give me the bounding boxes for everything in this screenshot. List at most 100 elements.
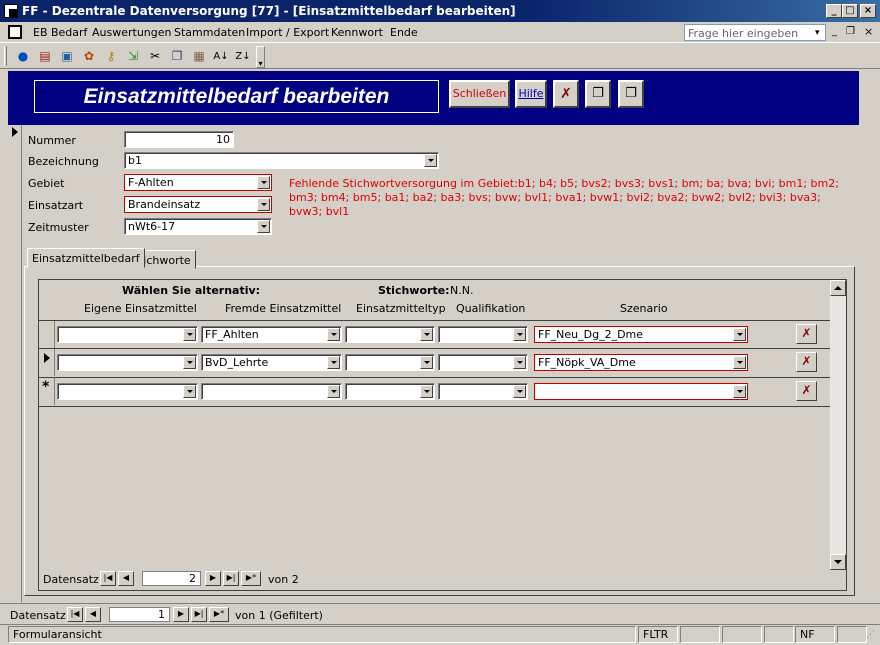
- menu-import-export[interactable]: Import / Export: [246, 26, 329, 39]
- delete-record-button[interactable]: ✗: [553, 80, 579, 108]
- menu-ende[interactable]: Ende: [390, 26, 418, 39]
- row1-szenario-combo[interactable]: FF_Neu_Dg_2_Dme: [534, 326, 748, 343]
- next-record-button[interactable]: ▶: [173, 607, 189, 622]
- doc-close-button[interactable]: ×: [864, 25, 873, 38]
- col-eigene-header: Eigene Einsatzmittel: [84, 302, 197, 315]
- chevron-down-icon[interactable]: [327, 385, 340, 398]
- cut-icon[interactable]: ✂: [147, 48, 163, 64]
- sort-ascending-icon[interactable]: A↓: [213, 48, 229, 64]
- close-form-button[interactable]: Schließen: [449, 80, 510, 108]
- row3-delete-button[interactable]: ✗: [796, 381, 817, 401]
- row2-fremde-value: BvD_Lehrte: [205, 356, 269, 369]
- chevron-down-icon[interactable]: [513, 328, 526, 341]
- chevron-down-icon[interactable]: [183, 328, 196, 341]
- zeitmuster-combo[interactable]: nWt6-17: [124, 218, 272, 235]
- chevron-down-icon[interactable]: [733, 385, 746, 398]
- subform-prev-record-button[interactable]: ◀: [118, 571, 134, 586]
- help-button[interactable]: Hilfe: [515, 80, 547, 108]
- chevron-down-icon[interactable]: [327, 356, 340, 369]
- einsatzart-combo[interactable]: Brandeinsatz: [124, 196, 272, 213]
- row2-eigene-combo[interactable]: [57, 354, 198, 371]
- menu-stammdaten[interactable]: Stammdaten: [174, 26, 245, 39]
- chevron-down-icon[interactable]: [183, 356, 196, 369]
- row-selector[interactable]: [39, 321, 55, 348]
- row2-szenario-combo[interactable]: FF_Nöpk_VA_Dme: [534, 354, 748, 371]
- subform-scrollbar[interactable]: [830, 280, 846, 570]
- row1-typ-combo[interactable]: [345, 326, 435, 343]
- chevron-down-icon[interactable]: [733, 356, 746, 369]
- key-icon[interactable]: ⚷: [103, 48, 119, 64]
- row3-szenario-combo[interactable]: [534, 383, 748, 400]
- prev-record-button[interactable]: ◀: [85, 607, 101, 622]
- scroll-down-button[interactable]: [830, 554, 846, 570]
- subform-next-record-button[interactable]: ▶: [205, 571, 221, 586]
- row-divider: [38, 320, 830, 321]
- report-icon[interactable]: ▤: [37, 48, 53, 64]
- close-window-button[interactable]: ×: [860, 4, 876, 18]
- doc-minimize-button[interactable]: _: [832, 26, 837, 37]
- first-record-button[interactable]: |◀: [67, 607, 83, 622]
- row2-qualifikation-combo[interactable]: [438, 354, 528, 371]
- maximize-button[interactable]: □: [842, 4, 858, 18]
- row2-fremde-combo[interactable]: BvD_Lehrte: [201, 354, 342, 371]
- chevron-down-icon[interactable]: [257, 220, 270, 233]
- chevron-down-icon[interactable]: [513, 356, 526, 369]
- row1-qualifikation-combo[interactable]: [438, 326, 528, 343]
- chevron-down-icon[interactable]: [424, 154, 437, 167]
- toolbar-grip[interactable]: [4, 46, 7, 66]
- copy-record-button[interactable]: ❐: [585, 80, 611, 108]
- row3-fremde-combo[interactable]: [201, 383, 342, 400]
- help-dropdown-icon[interactable]: ▾: [815, 28, 820, 38]
- resize-grip-icon[interactable]: ⋰: [866, 630, 875, 640]
- row1-delete-button[interactable]: ✗: [796, 324, 817, 344]
- status-empty-2: [722, 626, 762, 643]
- menu-auswertungen[interactable]: Auswertungen: [92, 26, 172, 39]
- globe-icon[interactable]: ●: [15, 48, 31, 64]
- chevron-down-icon[interactable]: [183, 385, 196, 398]
- paste-icon[interactable]: ▦: [191, 48, 207, 64]
- minimize-button[interactable]: _: [826, 4, 842, 18]
- row3-typ-combo[interactable]: [345, 383, 435, 400]
- duplicate-record-button[interactable]: ❐: [618, 80, 644, 108]
- chevron-down-icon[interactable]: [733, 328, 746, 341]
- gebiet-combo[interactable]: F-Ahlten: [124, 174, 272, 191]
- row1-eigene-combo[interactable]: [57, 326, 198, 343]
- chevron-down-icon[interactable]: [327, 328, 340, 341]
- new-record-button[interactable]: ▶*: [209, 607, 229, 622]
- sort-descending-icon[interactable]: Z↓: [235, 48, 251, 64]
- col-szenario-header: Szenario: [620, 302, 668, 315]
- subform-last-record-button[interactable]: ▶|: [223, 571, 239, 586]
- chevron-down-icon[interactable]: [513, 385, 526, 398]
- bezeichnung-combo[interactable]: b1: [124, 152, 439, 169]
- scroll-up-button[interactable]: [830, 280, 846, 296]
- chevron-down-icon[interactable]: [420, 356, 433, 369]
- copy-icon[interactable]: ❐: [169, 48, 185, 64]
- chevron-down-icon[interactable]: [420, 328, 433, 341]
- chevron-down-icon[interactable]: [420, 385, 433, 398]
- menu-eb-bedarf[interactable]: EB Bedarf: [33, 26, 87, 39]
- refresh-icon[interactable]: ✿: [81, 48, 97, 64]
- last-record-button[interactable]: ▶|: [191, 607, 207, 622]
- menu-kennwort[interactable]: Kennwort: [331, 26, 383, 39]
- row1-fremde-combo[interactable]: FF_Ahlten: [201, 326, 342, 343]
- row2-delete-button[interactable]: ✗: [796, 352, 817, 372]
- subform-record-number[interactable]: 2: [142, 571, 201, 586]
- chevron-down-icon[interactable]: [257, 198, 270, 211]
- save-icon[interactable]: ▣: [59, 48, 75, 64]
- subform-new-record-button[interactable]: ▶*: [241, 571, 261, 586]
- export-icon[interactable]: ⇲: [125, 48, 141, 64]
- row2-typ-combo[interactable]: [345, 354, 435, 371]
- nav-divider: [0, 603, 880, 604]
- toolbar-overflow-button[interactable]: ▾: [256, 46, 265, 68]
- row3-qualifikation-combo[interactable]: [438, 383, 528, 400]
- tab-einsatzmittelbedarf[interactable]: Einsatzmittelbedarf: [27, 248, 145, 268]
- help-search-input[interactable]: Frage hier eingeben: [684, 24, 826, 41]
- record-number[interactable]: 1: [109, 607, 170, 622]
- chevron-down-icon[interactable]: [257, 176, 270, 189]
- row3-eigene-combo[interactable]: [57, 383, 198, 400]
- subform-first-record-button[interactable]: |◀: [100, 571, 116, 586]
- doc-restore-button[interactable]: ❐: [846, 26, 855, 37]
- nummer-field[interactable]: 10: [124, 131, 234, 148]
- main-nav-label: Datensatz:: [10, 609, 70, 622]
- status-view: Formularansicht: [8, 626, 636, 643]
